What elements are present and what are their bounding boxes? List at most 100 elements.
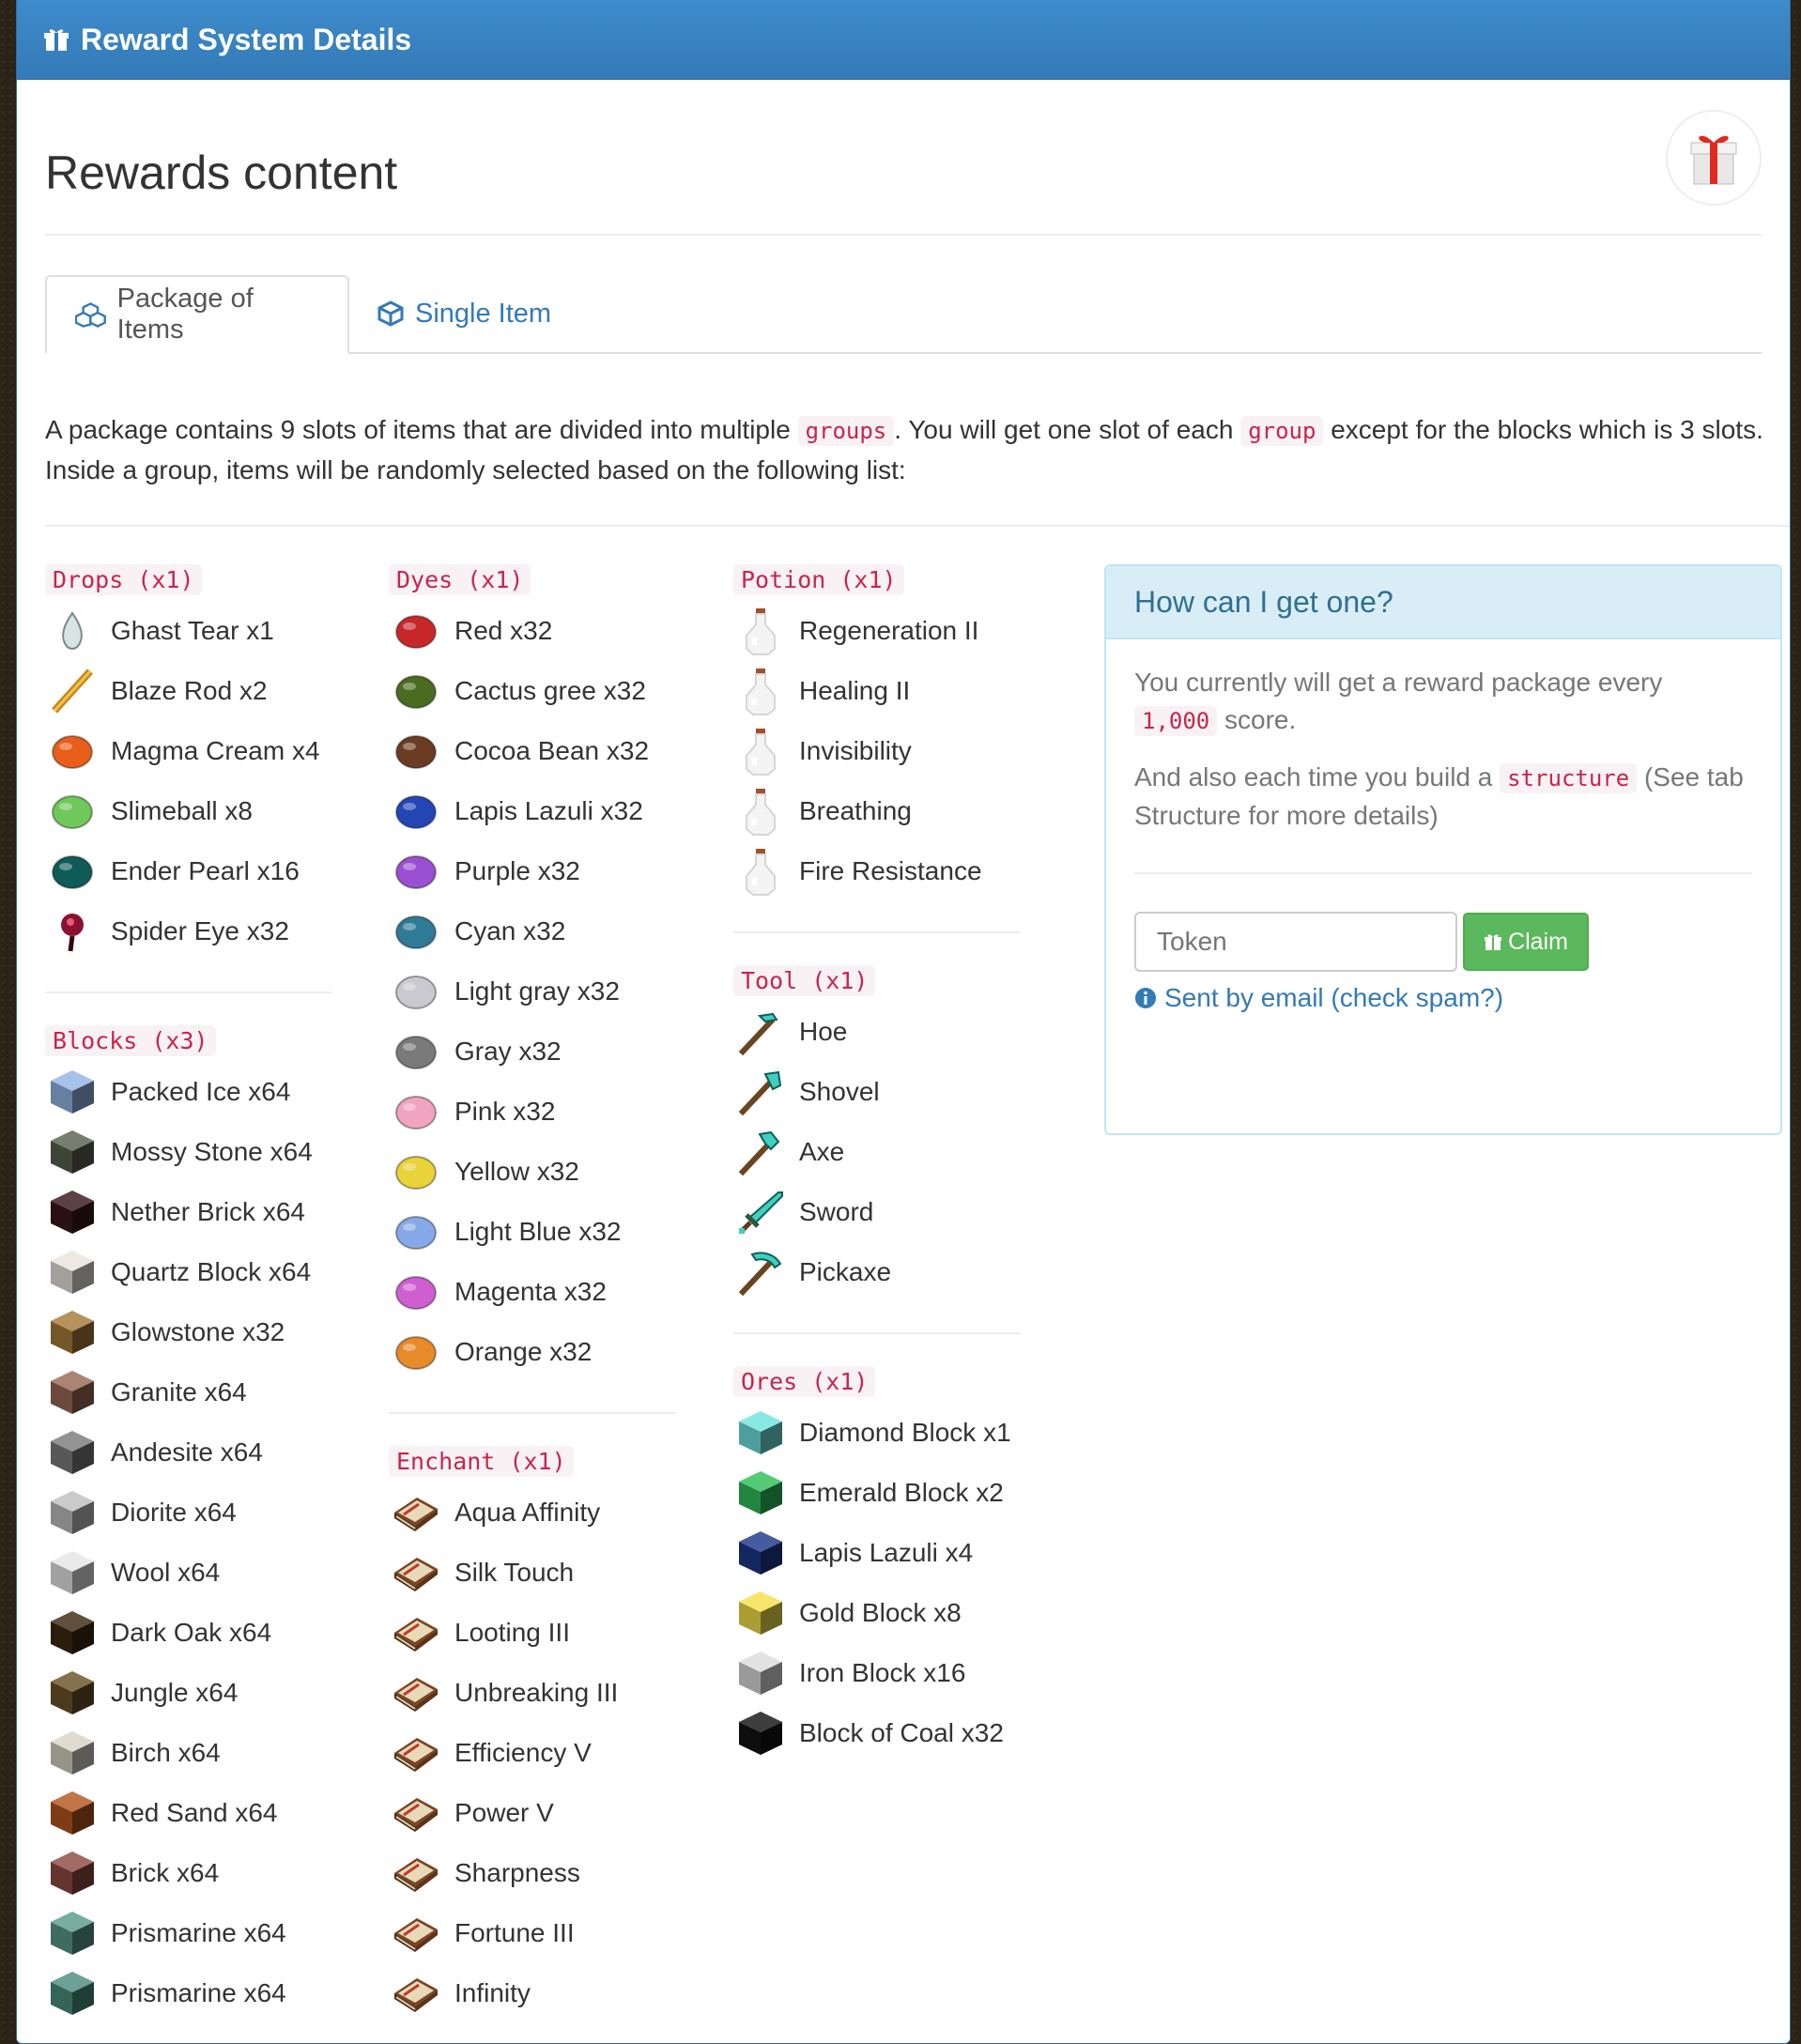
potion-bottle-icon xyxy=(733,784,788,838)
gray-dye-glyph xyxy=(395,1036,437,1069)
cubes-icon xyxy=(75,302,106,328)
reward-item-label: Breathing xyxy=(799,796,912,825)
reward-item: Mossy Stone x64 xyxy=(45,1122,332,1182)
reward-item-label: Red x32 xyxy=(454,616,553,645)
reward-item-label: Cactus gree x32 xyxy=(454,676,646,705)
light-blue-dye-icon xyxy=(389,1205,443,1259)
slimeball-glyph xyxy=(52,795,93,829)
reward-item: Emerald Block x2 xyxy=(733,1463,1021,1523)
spider-eye-icon xyxy=(45,904,100,959)
reward-item: Unbreaking III xyxy=(389,1663,676,1723)
reward-item-label: Yellow x32 xyxy=(454,1157,579,1186)
reward-item: Glowstone x32 xyxy=(45,1302,332,1362)
claim-button[interactable]: Claim xyxy=(1463,913,1589,971)
red-gift-icon xyxy=(1690,135,1737,185)
enchanted-book-glyph xyxy=(394,1498,438,1531)
diorite-glyph xyxy=(51,1491,94,1534)
group-divider xyxy=(733,1332,1021,1334)
lapis-lazuli-glyph xyxy=(395,795,437,829)
light-gray-dye-glyph xyxy=(395,976,437,1009)
red-dye-icon xyxy=(389,604,443,658)
andesite-icon xyxy=(45,1425,100,1480)
gray-dye-icon xyxy=(389,1024,443,1079)
reward-item: Iron Block x16 xyxy=(733,1643,1021,1703)
reward-item: Birch x64 xyxy=(45,1723,332,1783)
reward-item: Ender Pearl x16 xyxy=(45,841,332,901)
enchanted-book-glyph xyxy=(394,1618,438,1652)
group-label: Dyes (x1) xyxy=(389,564,531,595)
reward-item: Yellow x32 xyxy=(389,1142,676,1202)
reward-group: Drops (x1) Ghast Tear x1 Blaze Rod x2 Ma… xyxy=(45,564,332,961)
enchanted-book-icon xyxy=(389,1906,443,1960)
reward-item-label: Ghast Tear x1 xyxy=(111,616,274,645)
enchanted-book-icon xyxy=(389,1846,443,1900)
reward-item: Infinity xyxy=(389,1963,676,2023)
tab-single-item[interactable]: Single Item xyxy=(349,275,579,352)
gift-badge xyxy=(1666,110,1762,206)
reward-item: Diorite x64 xyxy=(45,1483,332,1543)
granite-icon xyxy=(45,1365,100,1420)
reward-item: Red x32 xyxy=(389,601,676,661)
diamond-shovel-icon xyxy=(733,1065,788,1119)
code-structure: structure xyxy=(1500,763,1638,793)
token-input[interactable] xyxy=(1134,912,1457,972)
reward-item: Shovel xyxy=(733,1062,1021,1122)
reward-item-label: Power V xyxy=(454,1798,554,1827)
reward-item-label: Slimeball x8 xyxy=(111,796,253,825)
group-divider xyxy=(45,991,332,993)
reward-item: Silk Touch xyxy=(389,1543,676,1603)
coal-block-glyph xyxy=(739,1712,782,1755)
slimeball-icon xyxy=(45,784,100,838)
reward-item-label: Packed Ice x64 xyxy=(111,1077,291,1106)
reward-item-label: Purple x32 xyxy=(454,856,580,885)
gold-block-icon xyxy=(733,1586,788,1640)
reward-item: Spider Eye x32 xyxy=(45,901,332,961)
reward-item: Andesite x64 xyxy=(45,1422,332,1483)
yellow-dye-glyph xyxy=(395,1156,437,1190)
reward-item-label: Spider Eye x32 xyxy=(111,916,289,945)
packed-ice-icon xyxy=(45,1065,100,1119)
reward-item: Ghast Tear x1 xyxy=(45,601,332,661)
blaze-rod-icon xyxy=(45,664,100,718)
sent-by-email-link[interactable]: Sent by email (check spam?) xyxy=(1134,979,1752,1017)
reward-item: Light Blue x32 xyxy=(389,1202,676,1262)
enchanted-book-icon xyxy=(389,1726,443,1780)
reward-item-label: Wool x64 xyxy=(111,1558,221,1587)
magma-cream-glyph xyxy=(52,735,93,769)
reward-item: Magenta x32 xyxy=(389,1262,676,1322)
enchanted-book-glyph xyxy=(394,1918,438,1952)
ender-pearl-glyph xyxy=(52,855,93,889)
reward-item-label: Orange x32 xyxy=(454,1337,593,1366)
reward-item-label: Quartz Block x64 xyxy=(111,1257,312,1286)
diamond-axe-icon xyxy=(733,1125,788,1179)
tab-package-of-items[interactable]: Package of Items xyxy=(45,275,349,354)
reward-item-label: Dark Oak x64 xyxy=(111,1618,272,1647)
enchanted-book-icon xyxy=(389,1485,443,1540)
reward-item-label: Prismarine x64 xyxy=(111,1978,286,2007)
enchanted-book-glyph xyxy=(394,1978,438,2012)
reward-item: Looting III xyxy=(389,1603,676,1663)
lapis-block-glyph xyxy=(739,1531,782,1575)
lapis-lazuli-icon xyxy=(389,784,443,838)
column-3: Potion (x1) Regeneration II Healing II I… xyxy=(733,564,1021,1763)
orange-dye-glyph xyxy=(395,1336,437,1370)
potion-bottle-glyph xyxy=(746,729,776,776)
magenta-dye-icon xyxy=(389,1265,443,1319)
reward-item-label: Nether Brick x64 xyxy=(111,1197,305,1226)
cactus-green-dye-glyph xyxy=(395,675,437,709)
cocoa-bean-icon xyxy=(389,724,443,778)
reward-item-label: Pickaxe xyxy=(799,1257,892,1286)
reward-group: Dyes (x1) Red x32 Cactus gree x32 Cocoa … xyxy=(389,564,676,1382)
reward-item-label: Magma Cream x4 xyxy=(111,736,320,765)
enchanted-book-icon xyxy=(389,1666,443,1720)
group-label: Tool (x1) xyxy=(733,965,876,996)
reward-item-label: Diorite x64 xyxy=(111,1498,237,1527)
packed-ice-glyph xyxy=(51,1070,94,1114)
reward-group: Blocks (x3) Packed Ice x64 Mossy Stone x… xyxy=(45,1025,332,2023)
prismarine-icon xyxy=(45,1966,100,2021)
group-label: Enchant (x1) xyxy=(389,1446,574,1477)
info-circle-icon xyxy=(1135,988,1156,1008)
purple-dye-icon xyxy=(389,844,443,899)
potion-bottle-glyph xyxy=(746,669,776,715)
enchanted-book-glyph xyxy=(394,1798,438,1832)
